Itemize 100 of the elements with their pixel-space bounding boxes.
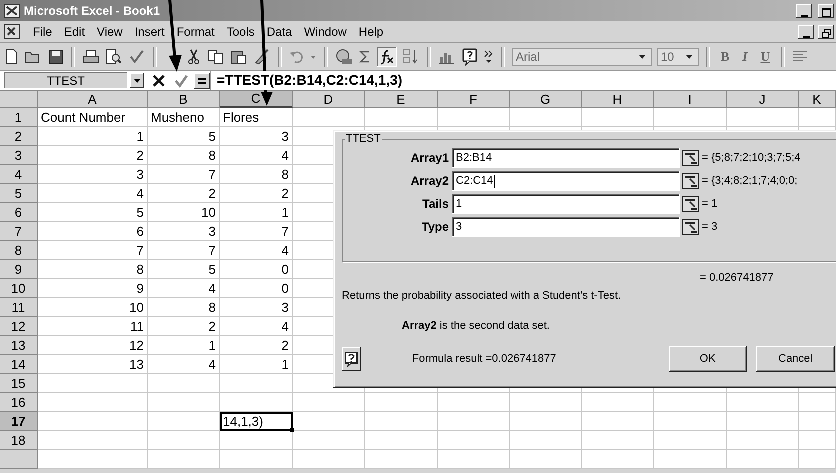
help-button[interactable]	[342, 347, 362, 371]
table-cell	[510, 393, 582, 412]
table-cell: 7	[148, 165, 220, 184]
row-header[interactable]: 4	[0, 165, 38, 184]
maximize-button[interactable]	[818, 4, 834, 18]
font-size-dropdown[interactable]: 10	[657, 48, 699, 66]
ok-button[interactable]: OK	[668, 346, 748, 372]
collapse-dialog-icon[interactable]	[682, 219, 699, 235]
row-header[interactable]: 14	[0, 355, 38, 374]
table-cell	[438, 412, 510, 431]
menu-item[interactable]: Format	[172, 24, 220, 38]
italic-button[interactable]: I	[738, 48, 752, 64]
checkmark-icon[interactable]	[174, 74, 188, 88]
spreadsheet-icon	[4, 4, 20, 18]
collapse-dialog-icon[interactable]	[682, 150, 699, 166]
menu-item[interactable]: Window	[299, 24, 352, 38]
row-header[interactable]: 10	[0, 279, 38, 298]
column-header[interactable]: A	[38, 91, 148, 108]
group-title: TTEST	[345, 133, 382, 145]
globe-icon[interactable]	[335, 48, 353, 64]
column-header[interactable]: H	[582, 91, 654, 108]
row-header[interactable]: 13	[0, 336, 38, 355]
argument-input[interactable]: B2:B14	[452, 148, 680, 168]
row-header[interactable]: 9	[0, 260, 38, 279]
column-header[interactable]: D	[293, 91, 365, 108]
help-icon	[345, 352, 358, 366]
table-cell	[148, 431, 220, 450]
row-header[interactable]: 5	[0, 184, 38, 203]
table-cell	[727, 412, 799, 431]
menu-item[interactable]: Insert	[130, 24, 170, 38]
active-cell[interactable]: 14,1,3)	[220, 412, 293, 431]
save-icon[interactable]	[48, 48, 64, 64]
menu-item[interactable]: Edit	[59, 24, 90, 38]
argument-value: = 1	[702, 198, 718, 210]
table-cell: 2	[220, 184, 293, 203]
menu-item[interactable]: File	[28, 24, 58, 38]
more-tools-icon[interactable]	[484, 48, 494, 64]
name-box[interactable]: TTEST	[4, 72, 128, 89]
row-header[interactable]: 12	[0, 317, 38, 336]
column-header[interactable]: E	[365, 91, 438, 108]
cancel-icon[interactable]	[152, 74, 166, 88]
row-header[interactable]: 2	[0, 127, 38, 146]
column-header[interactable]: C	[220, 91, 293, 108]
minimize-button[interactable]	[796, 4, 812, 18]
argument-input[interactable]: 1	[452, 194, 680, 214]
restore-button[interactable]	[818, 24, 834, 38]
argument-input[interactable]: C2:C14	[452, 171, 680, 191]
row-header[interactable]: 11	[0, 298, 38, 317]
column-header[interactable]: I	[654, 91, 727, 108]
paintbrush-icon[interactable]	[253, 48, 271, 64]
collapse-dialog-icon[interactable]	[682, 173, 699, 189]
sum-icon[interactable]	[358, 48, 372, 64]
row-header[interactable]: 6	[0, 203, 38, 222]
row-header[interactable]: 1	[0, 108, 38, 127]
copy-icon[interactable]	[207, 48, 225, 64]
column-header[interactable]: J	[727, 91, 799, 108]
bold-button[interactable]: B	[717, 48, 734, 64]
sort-ascending-icon[interactable]	[402, 48, 420, 66]
new-file-icon[interactable]	[4, 48, 20, 64]
minimize-button[interactable]	[798, 24, 814, 38]
row-header[interactable]: 7	[0, 222, 38, 241]
edit-formula-button[interactable]	[194, 72, 210, 88]
row-header[interactable]: 3	[0, 146, 38, 165]
row-header[interactable]: 17	[0, 412, 38, 431]
row-header[interactable]: 16	[0, 393, 38, 412]
table-cell	[510, 412, 582, 431]
equals-icon	[198, 78, 206, 84]
column-header[interactable]: B	[148, 91, 220, 108]
spelling-check-icon[interactable]	[128, 48, 146, 64]
dropdown-arrow-icon	[639, 54, 646, 58]
font-dropdown[interactable]: Arial	[512, 48, 652, 66]
column-header[interactable]: F	[438, 91, 510, 108]
menu-item[interactable]: Tools	[222, 24, 260, 38]
name-box-dropdown-button[interactable]	[130, 73, 144, 88]
underline-button[interactable]: U	[756, 48, 774, 64]
cancel-button[interactable]: Cancel	[756, 346, 835, 372]
help-icon[interactable]	[461, 48, 479, 66]
workbook-icon[interactable]	[4, 24, 20, 39]
cut-icon[interactable]	[186, 48, 202, 64]
paste-icon[interactable]	[230, 48, 248, 64]
print-preview-icon[interactable]	[105, 48, 123, 64]
table-cell: Flores	[220, 108, 293, 127]
table-cell: 1	[148, 336, 220, 355]
column-header[interactable]: G	[510, 91, 582, 108]
row-header[interactable]: 8	[0, 241, 38, 260]
menu-item[interactable]: Data	[262, 24, 298, 38]
formula-result: Formula result =0.026741877	[412, 353, 558, 365]
align-left-icon[interactable]	[792, 48, 808, 64]
menu-item[interactable]: View	[92, 24, 128, 38]
print-icon[interactable]	[82, 48, 100, 64]
menu-item[interactable]: Help	[354, 24, 389, 38]
row-header[interactable]: 15	[0, 374, 38, 393]
table-cell	[727, 393, 799, 412]
table-cell: 0	[220, 260, 293, 279]
column-header[interactable]: K	[799, 91, 836, 108]
row-header[interactable]: 18	[0, 431, 38, 450]
function-icon[interactable]	[377, 46, 397, 66]
window-title: Microsoft Excel - Book1	[24, 4, 160, 18]
collapse-dialog-icon[interactable]	[682, 196, 699, 212]
argument-input[interactable]: 3	[452, 217, 680, 237]
